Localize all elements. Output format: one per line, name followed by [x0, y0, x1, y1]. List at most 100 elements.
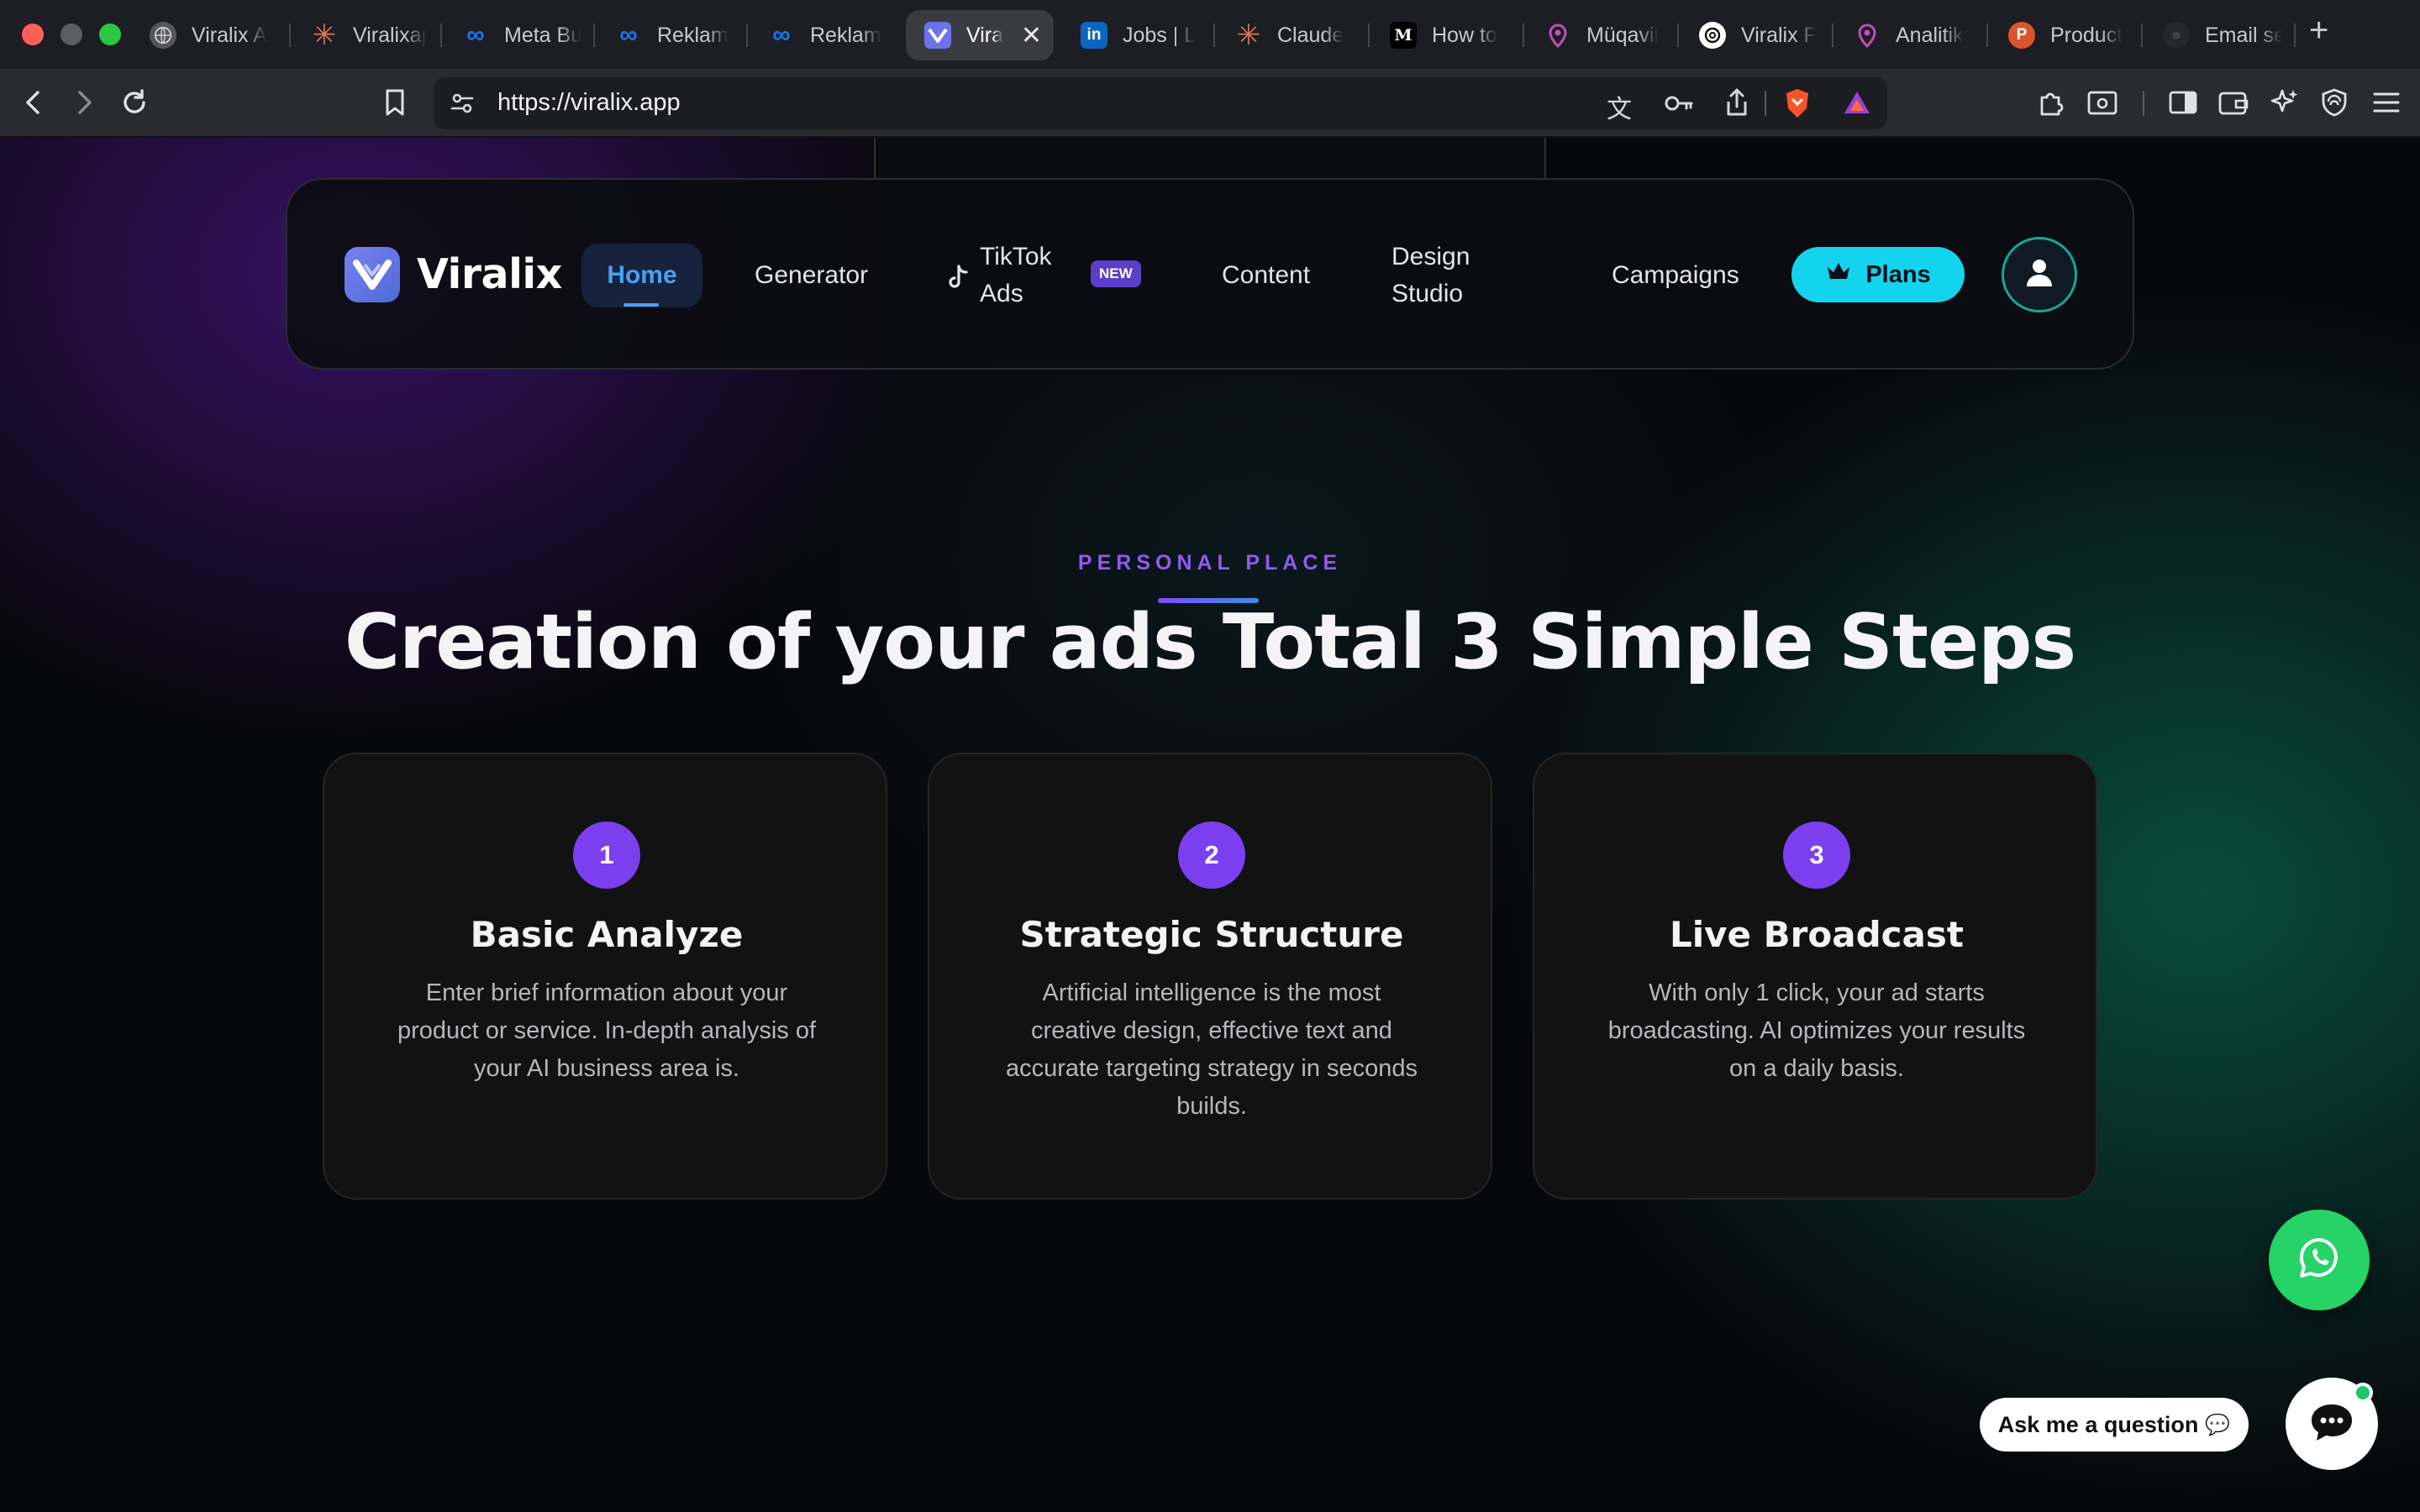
browser-tab[interactable]: Viralix A — [129, 10, 289, 60]
tab-title: Product — [2050, 23, 2123, 47]
sidebar-toggle-icon[interactable] — [2165, 84, 2202, 121]
globe-icon — [150, 22, 176, 49]
browser-tab[interactable]: P Product — [1988, 10, 2139, 60]
new-badge: NEW — [1091, 260, 1141, 287]
tab-title: Vira — [966, 23, 1004, 47]
tab-title: Müqavil — [1586, 23, 1660, 47]
tab-title: Viralixap — [353, 23, 427, 47]
bookmark-icon[interactable] — [376, 84, 413, 121]
top-panel-edge — [874, 138, 1546, 178]
ask-question-label: Ask me a question — [1997, 1411, 2199, 1437]
tab-title: Jobs | L — [1123, 23, 1197, 47]
tab-title: Viralix F — [1741, 23, 1817, 47]
section-heading: Creation of your ads Total 3 Simple Step… — [344, 598, 2076, 686]
browser-tab[interactable]: Viralix F — [1679, 10, 1830, 60]
divider — [1765, 91, 1766, 116]
step-number: 2 — [1178, 822, 1245, 889]
new-tab-button[interactable]: + — [2309, 12, 2328, 50]
step-card: 1 Basic Analyze Enter brief information … — [323, 753, 887, 1200]
chat-widget-button[interactable] — [2286, 1378, 2378, 1470]
divider — [2143, 91, 2144, 116]
whatsapp-icon — [2296, 1235, 2343, 1286]
nav-generator[interactable]: Generator — [755, 257, 868, 294]
back-button[interactable] — [15, 84, 52, 121]
active-indicator — [623, 303, 659, 307]
leo-ai-icon[interactable] — [2265, 84, 2302, 121]
step-description: Enter brief information about your produ… — [397, 979, 817, 1082]
chat-icon — [2308, 1401, 2355, 1447]
step-card: 2 Strategic Structure Artificial intelli… — [928, 753, 1492, 1200]
tab-title: Viralix A — [192, 23, 267, 47]
plans-button[interactable]: Plans — [1791, 247, 1965, 302]
screenshot-icon[interactable] — [2084, 84, 2121, 121]
browser-tab[interactable]: ✳ Claude — [1215, 10, 1366, 60]
share-icon[interactable] — [1724, 87, 1749, 122]
browser-tab-bar: Viralix A ✳ Viralixap ∞ Meta Bu ∞ Reklam… — [0, 0, 2420, 69]
nav-design-label-line2: Studio — [1392, 280, 1464, 307]
tab-title: Email se — [2205, 23, 2282, 47]
step-number: 3 — [1783, 822, 1850, 889]
password-key-icon[interactable] — [1664, 91, 1694, 120]
tab-title: Claude — [1277, 23, 1344, 47]
step-title: Strategic Structure — [1019, 914, 1404, 955]
step-number: 1 — [573, 822, 640, 889]
meta-icon: ∞ — [619, 21, 638, 49]
nav-home[interactable]: Home — [581, 244, 702, 307]
close-window-button[interactable] — [22, 24, 44, 45]
minimize-window-button[interactable] — [60, 24, 82, 45]
close-tab-icon[interactable]: ✕ — [1011, 21, 1042, 50]
online-status-dot — [2353, 1383, 2373, 1403]
browser-tab[interactable]: ✳ Viralixap — [291, 10, 439, 60]
brave-rewards-icon[interactable] — [1842, 89, 1872, 120]
browser-tab[interactable]: ∞ Reklam — [595, 10, 746, 60]
vpn-shield-icon[interactable] — [2316, 84, 2353, 121]
url-text: https://viralix.app — [497, 89, 681, 116]
section-eyebrow: PERSONAL PLACE — [1077, 551, 1343, 575]
page-content: Viralix Home Generator TikTok Ads NEW Co… — [0, 138, 2420, 1512]
browser-tab[interactable]: Email se — [2143, 10, 2294, 60]
ask-question-button[interactable]: Ask me a question 💬 — [1980, 1398, 2249, 1452]
producthunt-icon: P — [2008, 22, 2035, 49]
user-profile-button[interactable] — [2002, 237, 2077, 312]
wallet-icon[interactable] — [2215, 84, 2252, 121]
site-settings-icon[interactable] — [449, 90, 476, 121]
brave-shields-icon[interactable] — [1783, 87, 1812, 123]
whatsapp-button[interactable] — [2269, 1210, 2370, 1310]
meta-icon: ∞ — [466, 21, 485, 49]
nav-design-studio[interactable]: Design Studio — [1392, 239, 1509, 314]
github-icon — [2163, 22, 2190, 49]
pin-icon — [1544, 22, 1571, 49]
meta-icon: ∞ — [772, 21, 791, 49]
speech-bubble-icon: 💬 — [2205, 1413, 2231, 1436]
browser-tab-active[interactable]: Vira ✕ — [906, 10, 1054, 60]
tab-title: How to — [1432, 23, 1497, 47]
extensions-icon[interactable] — [2033, 84, 2070, 121]
browser-tab[interactable]: M How to — [1370, 10, 1521, 60]
nav-tiktok-label-line1: TikTok — [980, 243, 1052, 270]
step-description: Artificial intelligence is the most crea… — [1005, 979, 1418, 1120]
nav-tiktok-label-line2: Ads — [980, 280, 1023, 307]
step-title: Live Broadcast — [1670, 914, 1964, 955]
reload-button[interactable] — [116, 84, 153, 121]
browser-toolbar: https://viralix.app 文 — [0, 69, 2420, 138]
menu-icon[interactable] — [2368, 84, 2405, 121]
translate-icon[interactable]: 文 — [1607, 88, 1632, 125]
claude-icon: ✳ — [312, 19, 337, 51]
nav-campaigns[interactable]: Campaigns — [1612, 257, 1739, 294]
step-title: Basic Analyze — [470, 914, 744, 955]
step-card: 3 Live Broadcast With only 1 click, your… — [1533, 753, 2097, 1200]
viralix-logo-icon[interactable] — [345, 247, 400, 302]
forward-button[interactable] — [66, 84, 103, 121]
maximize-window-button[interactable] — [99, 24, 121, 45]
browser-tab[interactable]: ∞ Reklam — [748, 10, 899, 60]
address-bar[interactable]: https://viralix.app 文 — [434, 77, 1887, 129]
browser-tab[interactable]: Müqavil — [1524, 10, 1676, 60]
browser-tab[interactable]: Analitik — [1833, 10, 1985, 60]
brand-name[interactable]: Viralix — [417, 250, 562, 298]
crown-icon — [1825, 260, 1852, 289]
browser-tab[interactable]: in Jobs | L — [1060, 10, 1212, 60]
nav-content[interactable]: Content — [1222, 257, 1310, 294]
openai-icon — [1699, 22, 1726, 49]
browser-tab[interactable]: ∞ Meta Bu — [442, 10, 593, 60]
claude-icon: ✳ — [1236, 19, 1261, 51]
